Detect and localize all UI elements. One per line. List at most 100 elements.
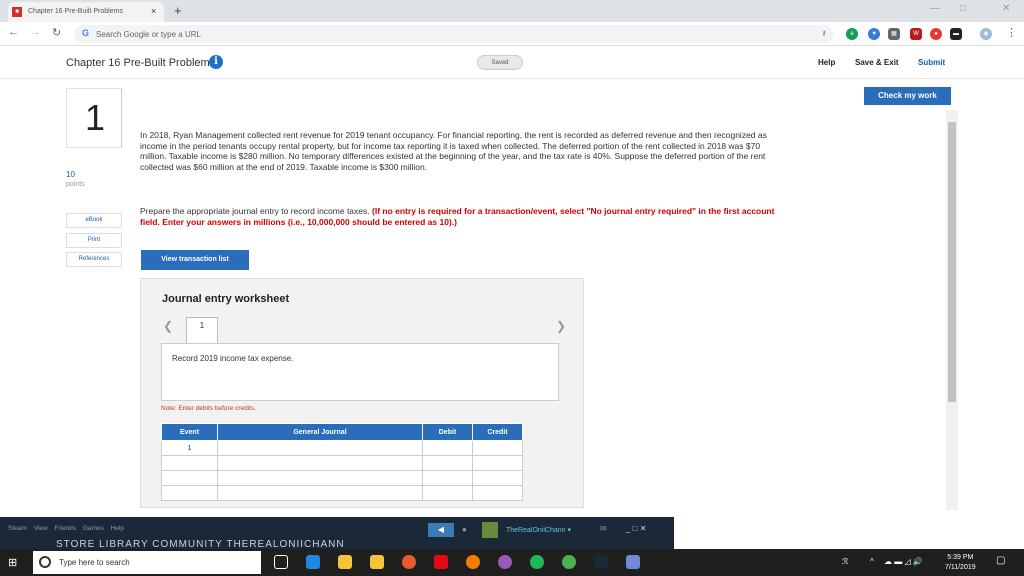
ebook-button[interactable]: eBook [66,213,122,228]
extension-icon[interactable]: ♥ [868,28,880,40]
address-placeholder: Search Google or type a URL [96,30,201,39]
references-button[interactable]: References [66,252,122,267]
discord-icon[interactable] [626,555,640,569]
browser-toolbar: ← → ↻ G Search Google or type a URL ⚷ e … [0,22,1024,46]
question-number: 1 [84,97,106,138]
browser-tab[interactable]: ■ Chapter 16 Pre-Built Problems × [8,2,164,22]
scrollbar-thumb[interactable] [948,122,956,402]
windows-taskbar: ⊞ Type here to search 🎙 ℛ ^ ☁ ▬ ◿ 🔊 5:39… [0,549,1024,576]
question-number-box: 1 [66,88,122,148]
points-label: points [66,181,85,188]
profile-avatar[interactable]: ◉ [980,28,992,40]
points-value: 10 [66,170,75,179]
help-link[interactable]: Help [818,58,835,67]
google-icon: G [82,28,90,38]
worksheet-page-tab[interactable]: 1 [186,317,218,344]
submit-link[interactable]: Submit [918,58,945,67]
event-cell [161,485,218,501]
edge-icon[interactable] [306,555,320,569]
extension-icon[interactable]: W [910,28,922,40]
app-icon[interactable] [498,555,512,569]
microphone-icon[interactable]: 🎙 [246,555,260,569]
browser-tab-strip: ■ Chapter 16 Pre-Built Problems × + — □ … [0,0,1024,22]
debit-credit-note: Note: Enter debits before credits. [161,405,257,412]
taskbar-search[interactable]: Type here to search [33,551,261,574]
notification-icon[interactable]: ▢ [996,555,1005,566]
steam-notification-icon[interactable]: ● [462,525,467,534]
firefox-icon[interactable] [402,555,416,569]
steam-mail-icon[interactable]: ✉ [600,524,607,533]
steam-icon[interactable] [594,555,608,569]
netflix-icon[interactable] [434,555,448,569]
saved-status-badge: Saved [477,55,523,70]
account-select[interactable] [217,485,423,501]
taskbar-clock[interactable]: 5:39 PM 7/11/2019 [945,553,976,573]
extension-icon[interactable]: ▬ [950,28,962,40]
minimize-icon[interactable]: — [930,3,940,14]
back-icon[interactable]: ← [8,26,19,38]
assignment-header: Chapter 16 Pre-Built Problems i Saved He… [0,47,1024,79]
account-select[interactable] [217,455,423,471]
new-tab-button[interactable]: + [174,3,182,18]
steam-avatar[interactable] [482,522,498,538]
extension-icon[interactable]: e [846,28,858,40]
extension-icon[interactable]: ● [930,28,942,40]
credit-input[interactable] [472,470,523,486]
close-tab-icon[interactable]: × [151,6,156,16]
spotify-icon[interactable] [530,555,544,569]
debit-input[interactable] [422,455,473,471]
tray-expand-icon[interactable]: ^ [870,557,874,566]
instruction-text: Prepare the appropriate journal entry to… [140,206,372,216]
app-icon[interactable] [466,555,480,569]
journal-entry-worksheet: Journal entry worksheet ❮ 1 ❯ Record 201… [140,278,584,508]
print-button[interactable]: Print [66,233,122,248]
credit-input[interactable] [472,440,523,456]
reload-icon[interactable]: ↻ [52,26,61,39]
column-header-debit: Debit [422,423,473,441]
forward-icon[interactable]: → [30,26,41,38]
column-header-credit: Credit [472,423,523,441]
credit-input[interactable] [472,455,523,471]
worksheet-title: Journal entry worksheet [162,293,290,305]
account-select[interactable] [217,470,423,486]
column-header-general-journal: General Journal [217,423,423,441]
page-title: Chapter 16 Pre-Built Problems [66,57,216,69]
key-icon[interactable]: ⚷ [818,28,830,40]
info-icon[interactable]: i [209,55,223,69]
taskbar-search-placeholder: Type here to search [59,558,130,567]
tray-icons[interactable]: ☁ ▬ ◿ 🔊 [884,557,923,566]
tab-title: Chapter 16 Pre-Built Problems [28,8,123,15]
debit-input[interactable] [422,440,473,456]
maximize-icon[interactable]: □ [960,3,966,14]
extension-icon[interactable]: ▦ [888,28,900,40]
windows-start-icon[interactable]: ⊞ [8,556,17,569]
people-icon[interactable]: ℛ [842,557,848,566]
chevron-right-icon[interactable]: ❯ [556,319,566,333]
address-bar[interactable]: G Search Google or type a URL [74,25,834,43]
table-row [161,485,523,501]
table-header-row: Event General Journal Debit Credit [161,423,523,441]
check-my-work-button[interactable]: Check my work [864,87,951,105]
steam-back-button[interactable]: ◀ [428,523,454,537]
view-transaction-list-button[interactable]: View transaction list [141,250,249,270]
save-exit-link[interactable]: Save & Exit [855,58,899,67]
store-icon[interactable] [370,555,384,569]
cortana-icon [39,556,51,568]
event-cell [161,470,218,486]
steam-window-controls[interactable]: _ □ ✕ [626,524,646,533]
menu-dots-icon[interactable]: ⋮ [1006,26,1017,39]
debit-input[interactable] [422,485,473,501]
event-cell: 1 [161,440,218,456]
steam-menu[interactable]: Steam View Friends Games Help [8,525,124,532]
debit-input[interactable] [422,470,473,486]
record-instruction-text: Record 2019 income tax expense. [172,354,294,363]
credit-input[interactable] [472,485,523,501]
task-view-icon[interactable] [274,555,288,569]
close-window-icon[interactable]: ✕ [1002,3,1010,14]
chrome-icon[interactable] [562,555,576,569]
steam-username[interactable]: TheRealOniiChann ▾ [506,526,571,534]
chevron-left-icon[interactable]: ❮ [163,319,173,333]
account-select[interactable] [217,440,423,456]
file-explorer-icon[interactable] [338,555,352,569]
event-cell [161,455,218,471]
